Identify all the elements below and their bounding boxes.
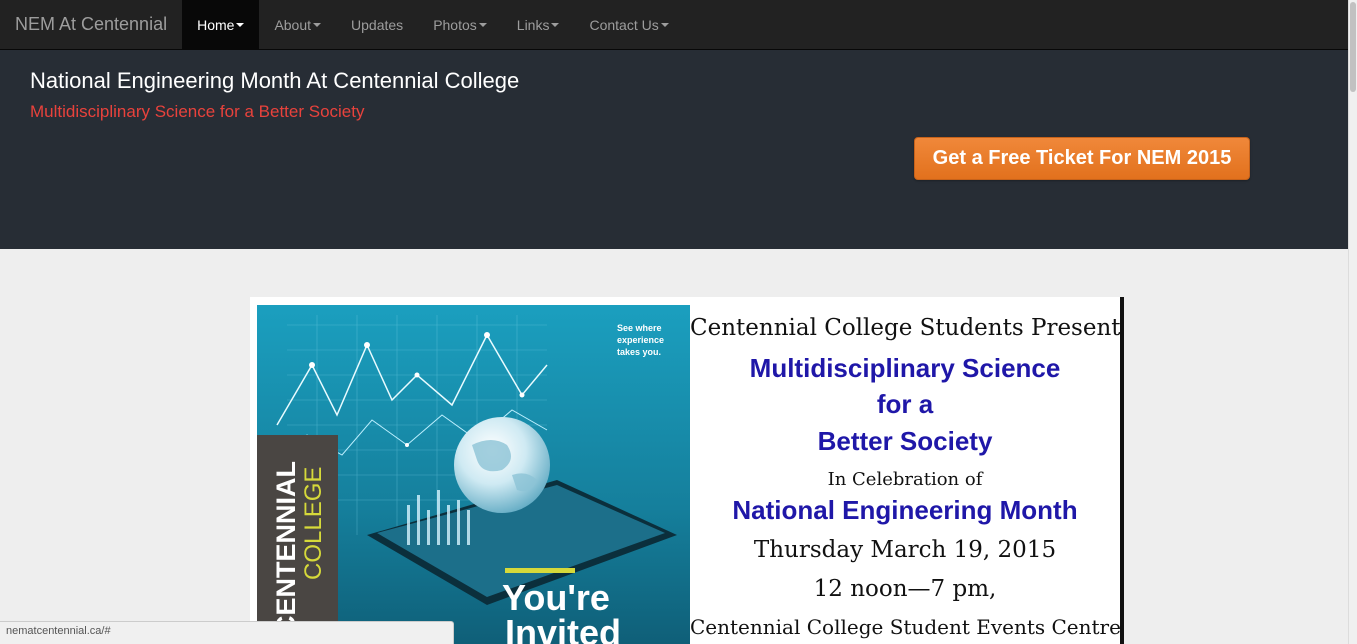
- page-title: National Engineering Month At Centennial…: [30, 68, 520, 93]
- free-ticket-button[interactable]: Get a Free Ticket For NEM 2015: [914, 137, 1250, 180]
- caret-down-icon: [236, 22, 245, 27]
- page-subtitle: Multidisciplinary Science for a Better S…: [30, 102, 365, 121]
- nav-item-links[interactable]: Links: [502, 0, 575, 49]
- flyer-event-name: National Engineering Month: [732, 495, 1078, 525]
- flyer-presenter: Centennial College Students Present: [690, 315, 1121, 341]
- nav-item-label: Updates: [351, 16, 404, 33]
- nav-item-updates[interactable]: Updates: [336, 0, 418, 49]
- scrollbar-thumb[interactable]: [1350, 2, 1356, 92]
- caret-down-icon: [660, 22, 669, 27]
- flyer-headline-3: Better Society: [817, 426, 993, 456]
- flyer-text: Centennial College Students Present Mult…: [690, 305, 1120, 644]
- nav-item-label: Links: [516, 16, 550, 33]
- nav-item-label: Photos: [433, 16, 477, 33]
- nav-item-home[interactable]: Home: [182, 0, 260, 49]
- poster-image: See where experience takes you. CENTENNI…: [257, 305, 690, 644]
- poster-tagline-1: See where: [617, 323, 662, 333]
- poster-brand-2: COLLEGE: [300, 467, 327, 580]
- nav-item-about[interactable]: About: [259, 0, 336, 49]
- caret-down-icon: [478, 22, 487, 27]
- caret-down-icon: [313, 22, 322, 27]
- caret-down-icon: [551, 22, 560, 27]
- nav-item-label: Home: [197, 16, 235, 33]
- nav-item-label: About: [274, 16, 312, 33]
- flyer-celebration: In Celebration of: [827, 469, 983, 490]
- poster-invite-2: Invited: [505, 612, 621, 644]
- flyer-headline-1: Multidisciplinary Science: [749, 353, 1061, 383]
- page-scrollbar[interactable]: [1348, 0, 1357, 644]
- jumbotron: National Engineering Month At Centennial…: [0, 50, 1348, 249]
- top-navbar: NEM At Centennial Home About Updates Pho…: [0, 0, 1348, 50]
- flyer-date: Thursday March 19, 2015: [753, 537, 1057, 563]
- nav-item-photos[interactable]: Photos: [418, 0, 502, 49]
- poster-tagline-2: experience: [617, 335, 664, 345]
- event-flyer: See where experience takes you. CENTENNI…: [250, 297, 1124, 644]
- poster-brand-1: CENTENNIAL: [271, 461, 301, 635]
- flyer-headline-2: for a: [876, 389, 934, 419]
- nav-item-contact-us[interactable]: Contact Us: [574, 0, 683, 49]
- flyer-venue: Centennial College Student Events Centre: [690, 615, 1121, 639]
- nav-item-label: Contact Us: [589, 16, 659, 33]
- browser-status-bar: nematcentennial.ca/#: [0, 621, 454, 644]
- poster-tagline-3: takes you.: [617, 347, 661, 357]
- flyer-time: 12 noon—7 pm,: [813, 576, 997, 602]
- brand-link[interactable]: NEM At Centennial: [0, 0, 182, 48]
- nav-menu: Home About Updates Photos Links Contact …: [182, 0, 684, 49]
